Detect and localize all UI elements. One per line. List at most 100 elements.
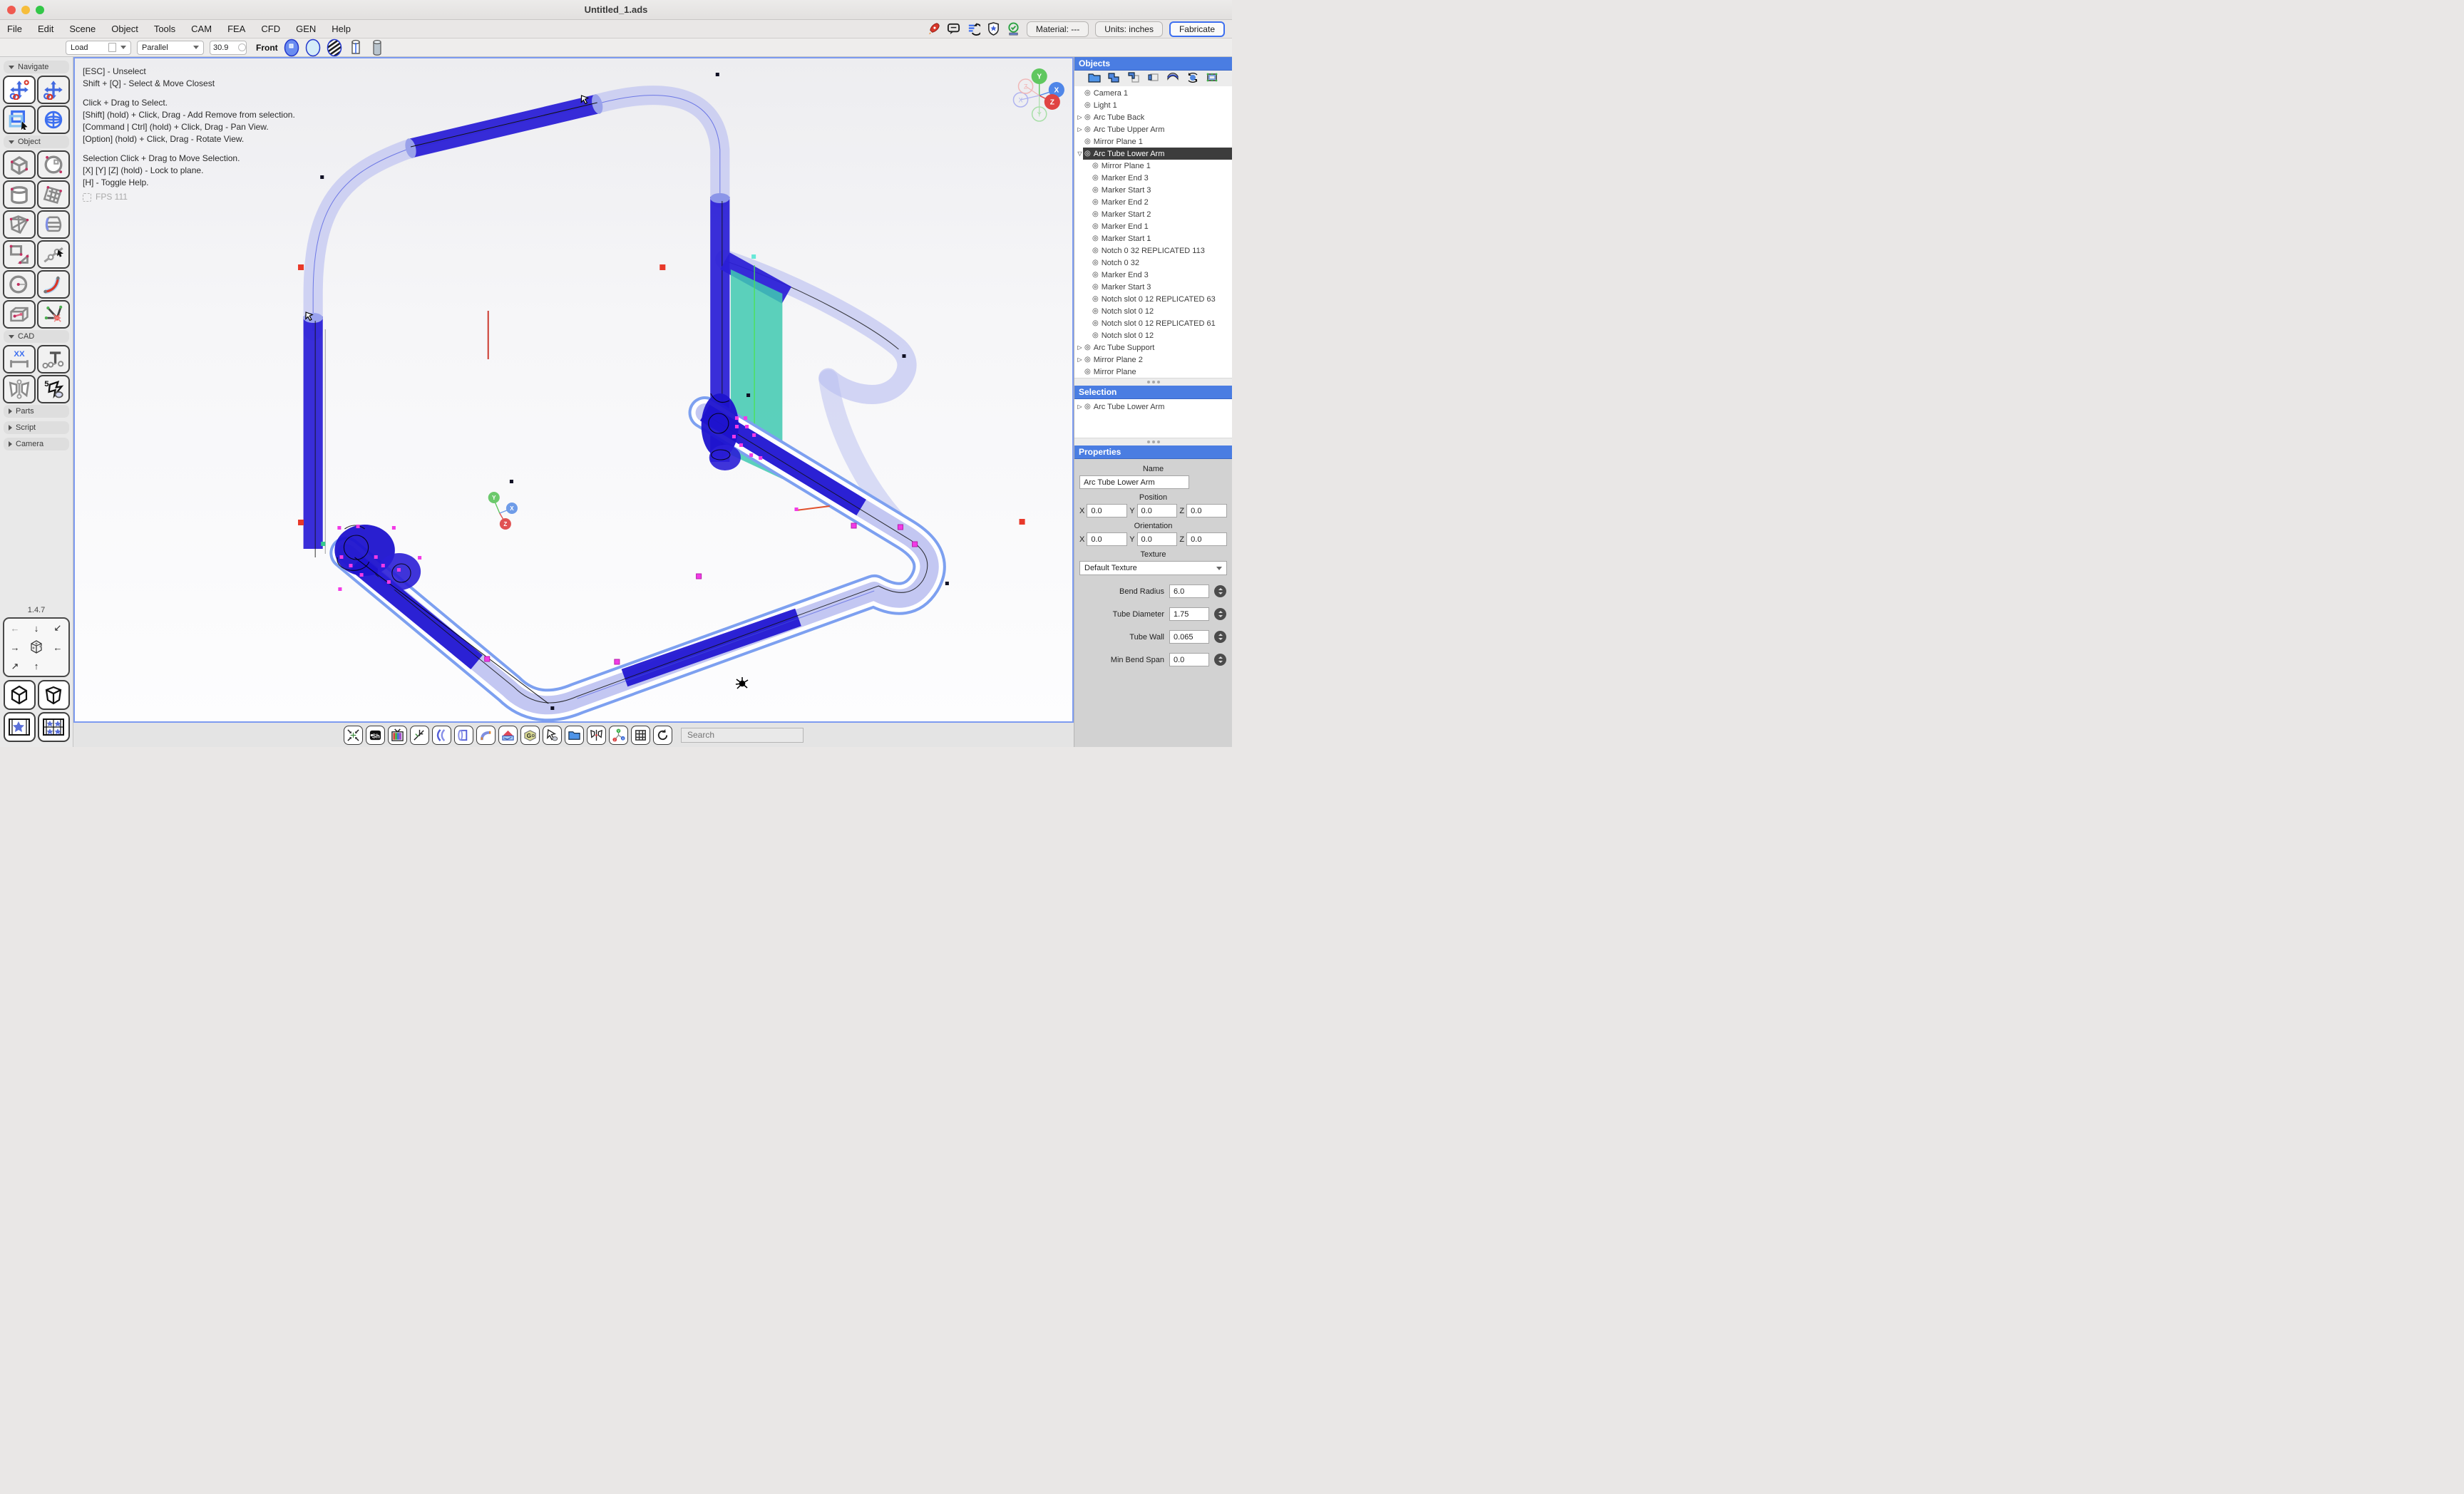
chat-icon[interactable]: [947, 22, 960, 36]
pan-tool[interactable]: [37, 76, 70, 104]
fabricate-button[interactable]: Fabricate: [1169, 21, 1225, 37]
nav-left-arrow[interactable]: ←: [11, 623, 20, 634]
polygon-tube-tool[interactable]: 5: [37, 375, 70, 403]
tree-item-marker-end-3[interactable]: ◎Marker End 3: [1074, 172, 1232, 184]
tree-item-notch-slot-0-12b[interactable]: ◎Notch slot 0 12: [1074, 329, 1232, 341]
tree-item-marker-end-1[interactable]: ◎Marker End 1: [1074, 220, 1232, 232]
selection-item-arc-tube-lower-arm[interactable]: ▷◎Arc Tube Lower Arm: [1074, 401, 1232, 413]
texture-dropdown[interactable]: Default Texture: [1079, 561, 1227, 575]
menu-scene[interactable]: Scene: [69, 24, 96, 34]
tree-item-notch-slot-0-12[interactable]: ◎Notch slot 0 12: [1074, 305, 1232, 317]
tube-diameter-stepper[interactable]: [1214, 608, 1226, 620]
expander-icon[interactable]: ▷: [1077, 114, 1083, 120]
visibility-icon[interactable]: ◎: [1092, 222, 1099, 230]
refresh-icon[interactable]: [653, 726, 672, 745]
tree-item-notch-slot-replicated-63[interactable]: ◎Notch slot 0 12 REPLICATED 63: [1074, 293, 1232, 305]
cylinder-tool[interactable]: [3, 180, 36, 209]
pan-select-tool[interactable]: [3, 76, 36, 104]
visibility-icon[interactable]: ◎: [1092, 235, 1099, 242]
pick-icon[interactable]: [543, 726, 562, 745]
visibility-icon[interactable]: ◎: [1092, 259, 1099, 267]
visibility-icon[interactable]: ◎: [1084, 89, 1091, 97]
plane-tool[interactable]: [37, 180, 70, 209]
visibility-icon[interactable]: ◎: [1084, 101, 1091, 109]
bend-radius-field[interactable]: [1169, 584, 1209, 598]
bring-front-icon[interactable]: [1127, 72, 1140, 85]
menu-object[interactable]: Object: [111, 24, 138, 34]
expander-icon[interactable]: ▷: [1077, 403, 1083, 410]
section-object[interactable]: Object: [4, 135, 69, 148]
expander-icon[interactable]: ▽: [1077, 150, 1083, 157]
rocket-icon[interactable]: [927, 22, 940, 36]
nav-downleft-arrow[interactable]: ↙: [54, 622, 62, 634]
iso-view2-button[interactable]: [38, 680, 70, 710]
bend-radius-stepper[interactable]: [1214, 585, 1226, 597]
search-input[interactable]: [681, 728, 804, 743]
menu-fea[interactable]: FEA: [227, 24, 245, 34]
orientation-z-field[interactable]: [1186, 532, 1227, 546]
check-badge-icon[interactable]: [1007, 22, 1020, 36]
expander-icon[interactable]: ▷: [1077, 356, 1083, 363]
arc-icon[interactable]: [1166, 72, 1179, 85]
tree-item-marker-start-3[interactable]: ◎Marker Start 3: [1074, 184, 1232, 196]
menu-help[interactable]: Help: [332, 24, 351, 34]
grid-icon[interactable]: [631, 726, 650, 745]
position-z-field[interactable]: [1186, 504, 1227, 517]
name-field[interactable]: [1079, 475, 1189, 489]
visibility-icon[interactable]: ◎: [1092, 271, 1099, 279]
tree-item-arc-tube-upper-arm[interactable]: ▷◎Arc Tube Upper Arm: [1074, 123, 1232, 135]
position-x-field[interactable]: [1087, 504, 1127, 517]
nav-upright-arrow[interactable]: ↗: [11, 661, 19, 672]
replicate-icon[interactable]: [1186, 72, 1199, 85]
solid-tube-icon[interactable]: [369, 38, 385, 57]
orbit-tool[interactable]: [37, 105, 70, 134]
trim-icon[interactable]: [587, 726, 606, 745]
mirror-tool[interactable]: [3, 375, 36, 403]
lathe-tool[interactable]: [37, 210, 70, 239]
nav-up-arrow[interactable]: ↑: [34, 661, 39, 671]
menu-file[interactable]: File: [7, 24, 22, 34]
load-dropdown[interactable]: Load: [66, 41, 131, 55]
tree-item-marker-end-2[interactable]: ◎Marker End 2: [1074, 196, 1232, 208]
bounds-icon[interactable]: [1206, 72, 1218, 85]
tree-item-marker-start-1[interactable]: ◎Marker Start 1: [1074, 232, 1232, 244]
tree-item-mirror-plane[interactable]: ◎Mirror Plane: [1074, 366, 1232, 378]
light-tool[interactable]: [37, 300, 70, 329]
tree-item-mirror-plane-1[interactable]: ◎Mirror Plane 1: [1074, 135, 1232, 148]
tree-item-arc-tube-support[interactable]: ▷◎Arc Tube Support: [1074, 341, 1232, 354]
visibility-icon[interactable]: ◎: [1084, 356, 1091, 364]
box-select-tool[interactable]: [3, 105, 36, 134]
visibility-icon[interactable]: ◎: [1084, 150, 1091, 158]
visibility-icon[interactable]: ◎: [1084, 125, 1091, 133]
visibility-icon[interactable]: ◎: [1092, 162, 1099, 170]
sphere-tool[interactable]: [37, 150, 70, 179]
tube-diameter-field[interactable]: [1169, 607, 1209, 621]
quad-view-button[interactable]: [38, 712, 70, 742]
visibility-icon[interactable]: ◎: [1084, 113, 1091, 121]
axes-icon[interactable]: YZX: [609, 726, 628, 745]
circle-sketch-tool[interactable]: [3, 270, 36, 299]
visibility-icon[interactable]: ◎: [1092, 174, 1099, 182]
visibility-icon[interactable]: ◎: [1092, 295, 1099, 303]
menu-cfd[interactable]: CFD: [261, 24, 280, 34]
view-navigator[interactable]: ← ↓ ↙ → ← ↗ ↑: [3, 617, 70, 677]
wire-tube-icon[interactable]: [348, 38, 364, 57]
menu-edit[interactable]: Edit: [38, 24, 53, 34]
expander-icon[interactable]: ▷: [1077, 126, 1083, 133]
tree-item-mirror-plane-1-child[interactable]: ◎Mirror Plane 1: [1074, 160, 1232, 172]
shader-icon[interactable]: Sh: [366, 726, 385, 745]
render-icon[interactable]: [388, 726, 407, 745]
snap-lines-icon[interactable]: [410, 726, 429, 745]
isolate-icon[interactable]: [1146, 72, 1159, 85]
visibility-icon[interactable]: ◎: [1092, 283, 1099, 291]
visibility-icon[interactable]: ◎: [1084, 368, 1091, 376]
position-y-field[interactable]: [1137, 504, 1178, 517]
projection-dropdown[interactable]: Parallel: [137, 41, 204, 55]
visibility-icon[interactable]: ◎: [1084, 138, 1091, 145]
visibility-icon[interactable]: ◎: [1092, 186, 1099, 194]
viewport-3d[interactable]: Y X Z: [73, 57, 1074, 723]
visibility-icon[interactable]: ◎: [1092, 210, 1099, 218]
menu-gen[interactable]: GEN: [296, 24, 316, 34]
orientation-y-field[interactable]: [1137, 532, 1178, 546]
section-navigate[interactable]: Navigate: [4, 61, 69, 73]
